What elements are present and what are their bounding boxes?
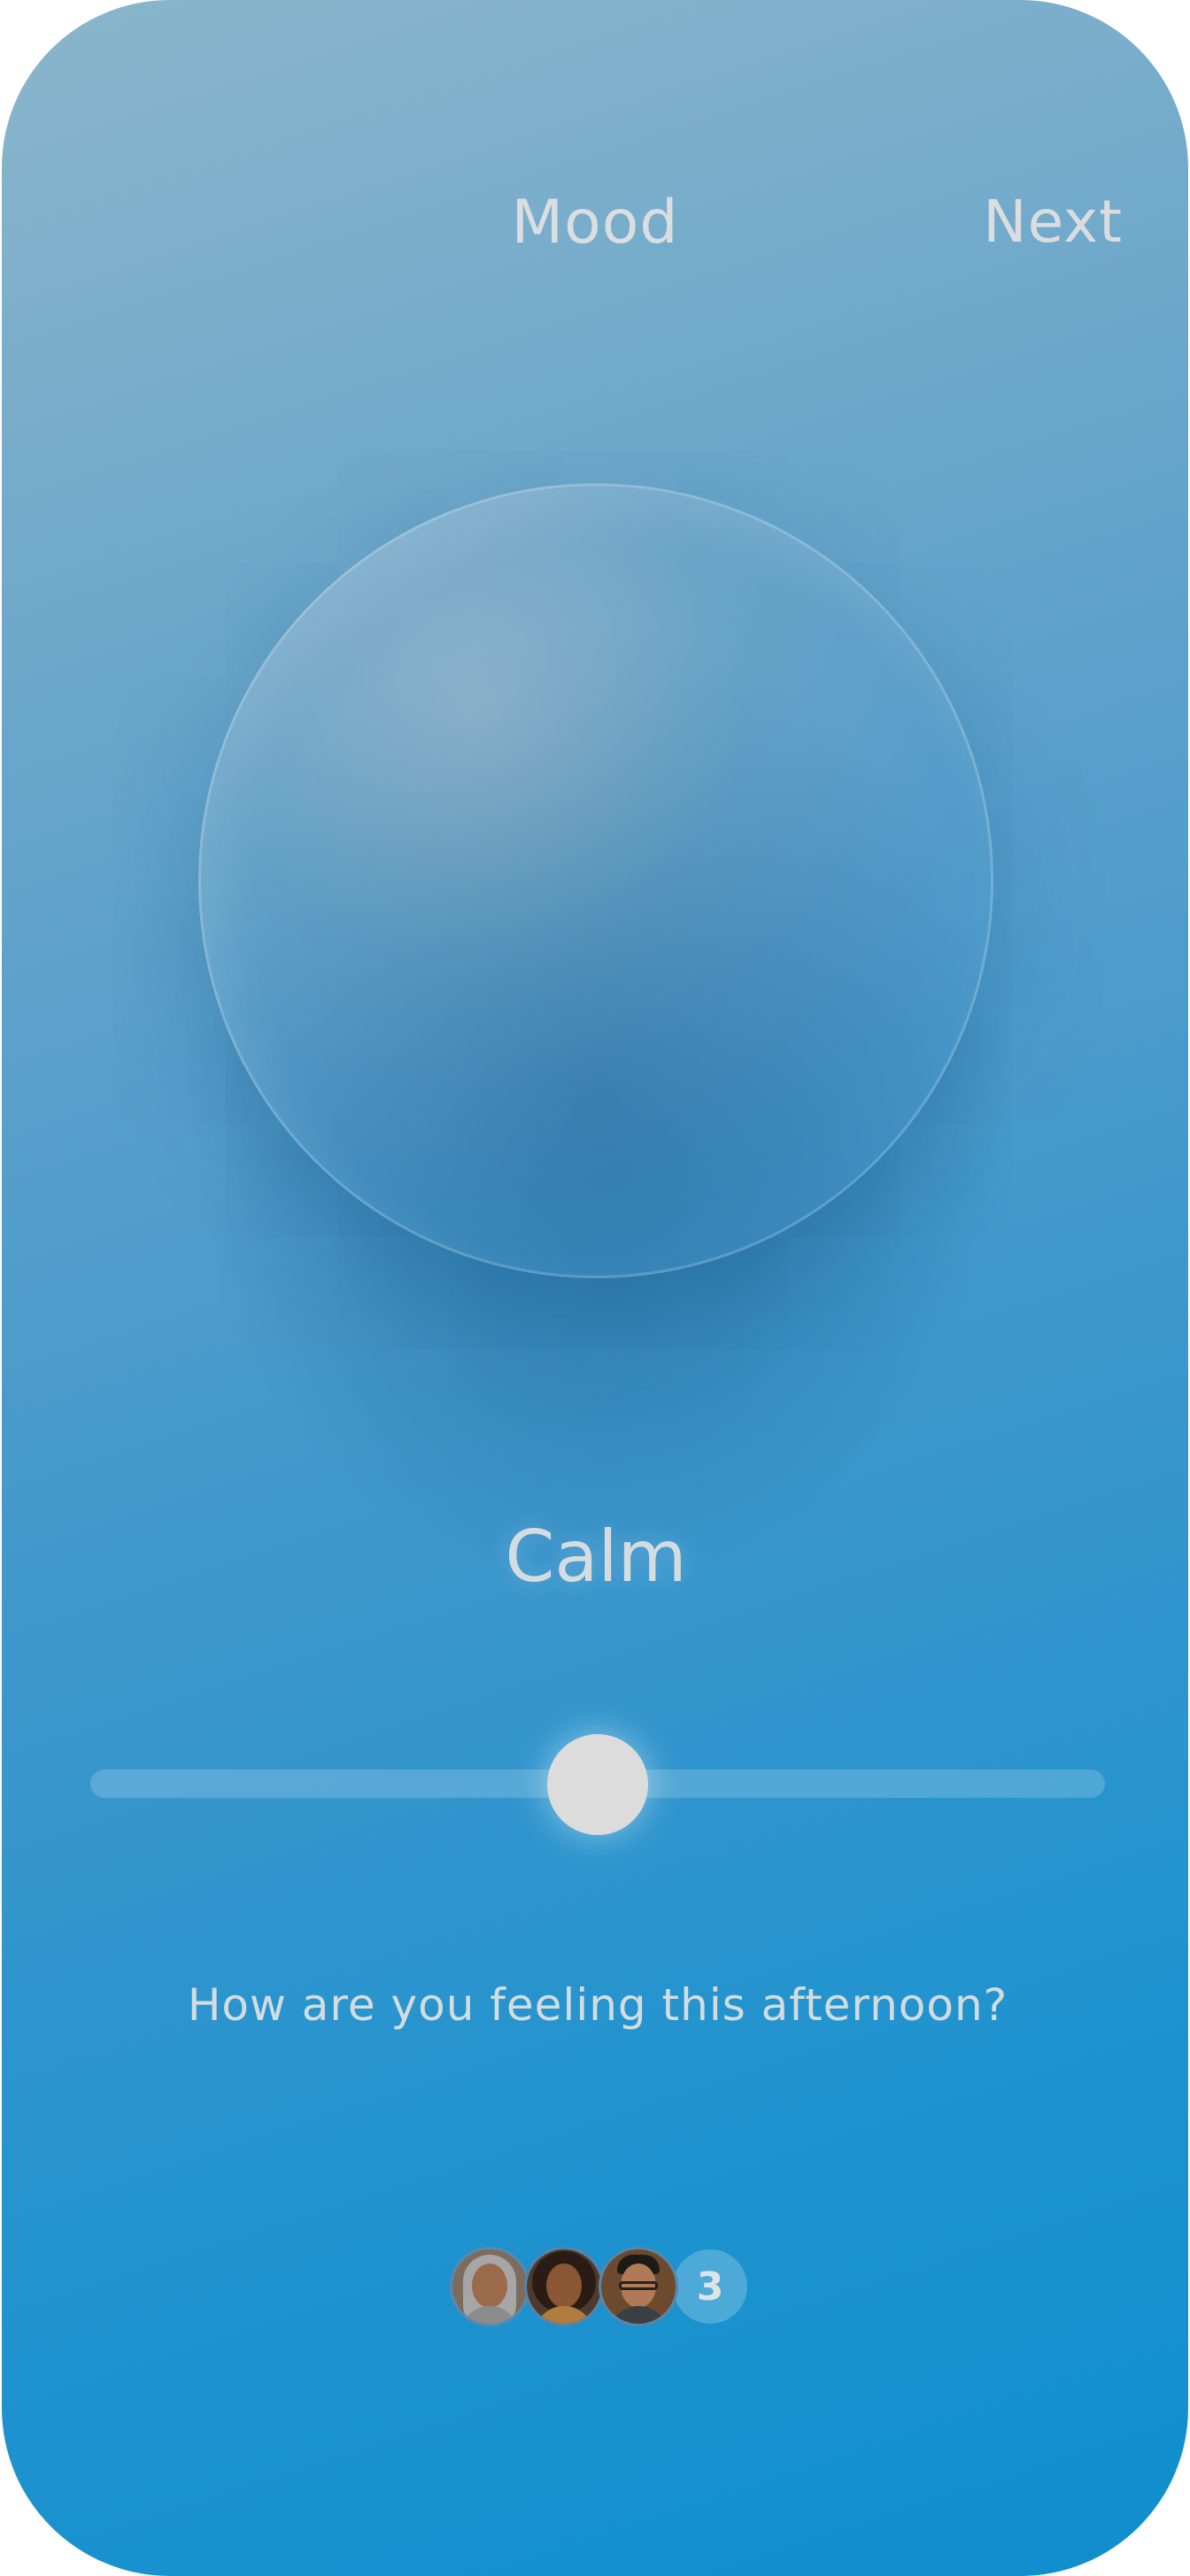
next-button[interactable]: Next [983,188,1123,256]
mood-screen: Mood Next Calm How are you feeling this … [2,0,1188,2576]
mood-label: Calm [505,1516,687,1598]
mood-slider-thumb[interactable] [547,1734,648,1835]
participants-avatar-group[interactable]: 3 [450,2247,747,2326]
mood-question: How are you feeling this afternoon? [187,1979,1008,2031]
avatar[interactable] [524,2247,604,2326]
page-title: Mood [511,188,679,258]
mood-orb [198,483,993,1278]
participant-count-badge[interactable]: 3 [673,2249,747,2324]
avatar[interactable] [450,2247,529,2326]
avatar[interactable] [599,2247,678,2326]
